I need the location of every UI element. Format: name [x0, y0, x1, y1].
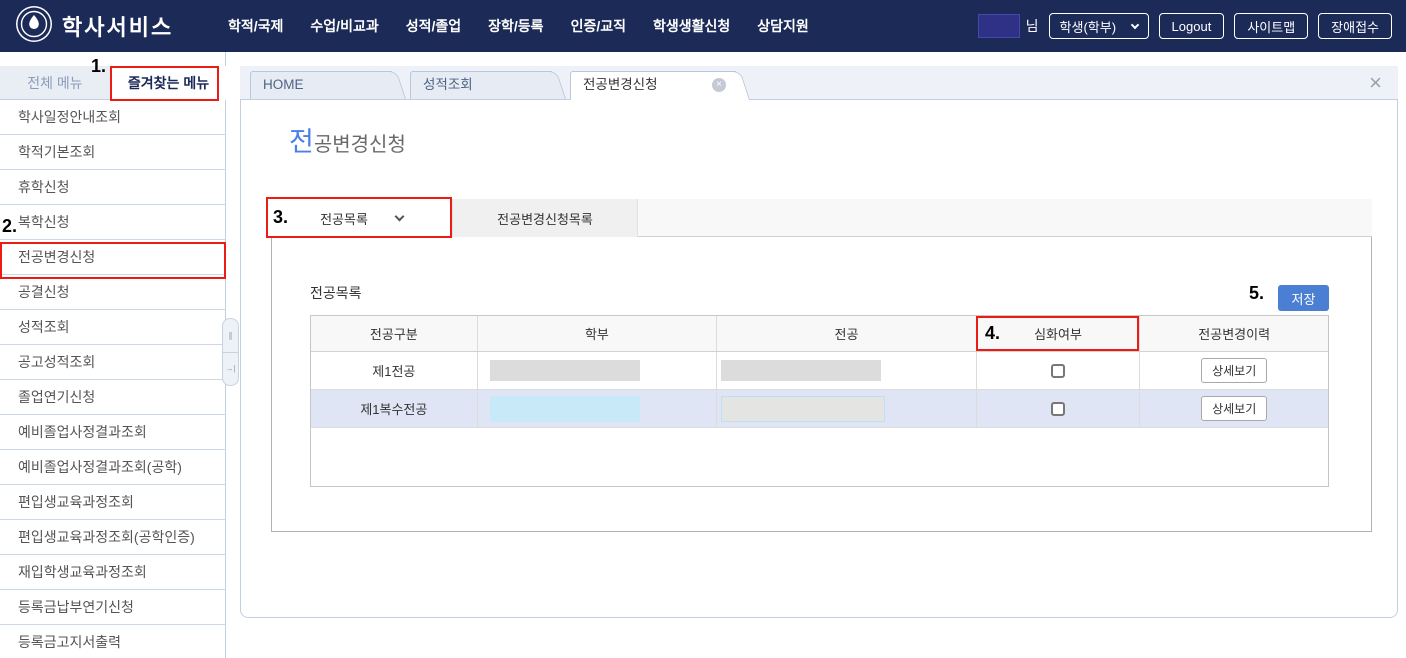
- redacted-user-name: [978, 14, 1020, 38]
- sidebar-menu-item[interactable]: 복학신청: [0, 205, 226, 240]
- topnav-item[interactable]: 상담지원: [757, 16, 809, 36]
- table-header-cell: 전공: [717, 316, 976, 351]
- subtab-change-request-list[interactable]: 전공변경신청목록: [453, 199, 638, 237]
- topnav-item[interactable]: 인증/교직: [571, 16, 626, 36]
- sidebar-menu-item[interactable]: 공결신청: [0, 275, 226, 310]
- page-title-accent: 전: [289, 120, 314, 159]
- topnav-item[interactable]: 장학/등록: [488, 16, 543, 36]
- workspace-tabstrip: HOME 성적조회 전공변경신청 × ×: [240, 66, 1398, 100]
- sidebar: 전체 메뉴 즐겨찾는 메뉴 학사일정안내조회학적기본조회휴학신청복학신청전공변경…: [0, 52, 226, 658]
- sidebar-menu-item[interactable]: 전공변경신청: [0, 240, 226, 275]
- workspace-tab-grades[interactable]: 성적조회: [410, 71, 566, 99]
- subtab-major-list[interactable]: 전공목록: [271, 199, 453, 237]
- table-header-cell: 심화여부: [977, 316, 1141, 351]
- redacted-major-value: [721, 396, 885, 422]
- intensive-checkbox[interactable]: [1051, 364, 1065, 378]
- workspace-tab-major-change-label: 전공변경신청: [583, 71, 658, 99]
- detail-view-button[interactable]: 상세보기: [1201, 396, 1267, 421]
- topnav-item[interactable]: 학생생활신청: [653, 16, 730, 36]
- sidebar-tabs: 전체 메뉴 즐겨찾는 메뉴: [0, 66, 226, 100]
- sidebar-menu-item[interactable]: 공고성적조회: [0, 345, 226, 380]
- content-card: 전 공변경신청 전공목록 전공변경신청목록 전공목록 저장 전공구분학부전공심화…: [240, 100, 1398, 618]
- sidebar-collapse-control: ∥ →|: [222, 318, 239, 386]
- major-cell: [717, 390, 976, 427]
- subtab-strip: 전공목록 전공변경신청목록: [271, 199, 1372, 237]
- sidebar-menu-item[interactable]: 졸업연기신청: [0, 380, 226, 415]
- user-area: 님 학생(학부) Logout 사이트맵 장애접수: [978, 0, 1392, 52]
- workspace-tab-home-label: HOME: [263, 71, 304, 99]
- workspace-tab-grades-label: 성적조회: [423, 71, 473, 99]
- chevron-down-icon: [1130, 20, 1138, 28]
- role-select[interactable]: 학생(학부): [1049, 13, 1149, 39]
- save-button[interactable]: 저장: [1278, 285, 1329, 311]
- workspace-tab-major-change[interactable]: 전공변경신청 ×: [570, 71, 750, 100]
- tab-close-icon[interactable]: ×: [712, 78, 726, 92]
- detail-view-button[interactable]: 상세보기: [1201, 358, 1267, 383]
- sidebar-menu-item[interactable]: 예비졸업사정결과조회: [0, 415, 226, 450]
- role-select-value: 학생(학부): [1060, 17, 1117, 36]
- redacted-faculty-value: [490, 396, 640, 422]
- sidebar-collapse-button[interactable]: ∥: [223, 319, 238, 352]
- report-issue-button[interactable]: 장애접수: [1318, 13, 1392, 39]
- sidebar-menu-item[interactable]: 등록금납부연기신청: [0, 590, 226, 625]
- sidebar-menu-item[interactable]: 학사일정안내조회: [0, 100, 226, 135]
- university-seal-icon: [15, 5, 53, 48]
- redacted-faculty-value: [490, 360, 640, 381]
- intensive-checkbox[interactable]: [1051, 402, 1065, 416]
- intensive-cell: [977, 352, 1141, 389]
- sitemap-button[interactable]: 사이트맵: [1234, 13, 1308, 39]
- brand[interactable]: 학사서비스: [0, 5, 214, 48]
- intensive-cell: [977, 390, 1141, 427]
- chevron-down-icon: [394, 211, 404, 221]
- user-name-suffix: 님: [1026, 16, 1039, 36]
- history-cell: 상세보기: [1140, 390, 1328, 427]
- sidebar-menu-item[interactable]: 예비졸업사정결과조회(공학): [0, 450, 226, 485]
- logout-button[interactable]: Logout: [1159, 13, 1225, 39]
- topnav-item[interactable]: 수업/비교과: [310, 16, 378, 36]
- section-title: 전공목록: [310, 283, 362, 303]
- top-navbar: 학사서비스 학적/국제 수업/비교과 성적/졸업 장학/등록 인증/교직 학생생활신청 상담…: [0, 0, 1406, 52]
- major-category-cell: 제1복수전공: [311, 390, 478, 427]
- sidebar-menu-list: 학사일정안내조회학적기본조회휴학신청복학신청전공변경신청공결신청성적조회공고성적…: [0, 100, 226, 658]
- table-row: 제1전공 상세보기: [311, 352, 1328, 390]
- table-header-cell: 전공변경이력: [1140, 316, 1328, 351]
- subtab-major-list-label: 전공목록: [320, 209, 368, 228]
- table-header-cell: 전공구분: [311, 316, 478, 351]
- sidebar-menu-item[interactable]: 재입학생교육과정조회: [0, 555, 226, 590]
- topnav-item[interactable]: 학적/국제: [228, 16, 283, 36]
- workspace-tab-home[interactable]: HOME: [250, 71, 406, 99]
- topnav-item[interactable]: 성적/졸업: [406, 16, 461, 36]
- table-header-row: 전공구분학부전공심화여부전공변경이력: [311, 316, 1328, 352]
- academic-service-app: 학사서비스 학적/국제 수업/비교과 성적/졸업 장학/등록 인증/교직 학생생활신청 상담…: [0, 0, 1406, 658]
- major-table: 전공구분학부전공심화여부전공변경이력 제1전공 상세보기 제1복수전공 상세보기: [310, 315, 1329, 487]
- major-list-panel: 전공목록 저장 전공구분학부전공심화여부전공변경이력 제1전공 상세보기 제1복…: [271, 237, 1372, 532]
- sidebar-menu-item[interactable]: 편입생교육과정조회(공학인증): [0, 520, 226, 555]
- faculty-cell: [478, 352, 718, 389]
- faculty-cell: [478, 390, 718, 427]
- close-icon[interactable]: ×: [1369, 70, 1382, 96]
- table-row-highlighted: 제1복수전공 상세보기: [311, 390, 1328, 428]
- sidebar-menu-item[interactable]: 학적기본조회: [0, 135, 226, 170]
- history-cell: 상세보기: [1140, 352, 1328, 389]
- sidebar-menu-item[interactable]: 휴학신청: [0, 170, 226, 205]
- major-category-cell: 제1전공: [311, 352, 478, 389]
- collapse-icon: ∥: [229, 331, 233, 340]
- top-menu: 학적/국제 수업/비교과 성적/졸업 장학/등록 인증/교직 학생생활신청 상담지원: [228, 16, 809, 36]
- table-header-cell: 학부: [478, 316, 718, 351]
- page-title: 전 공변경신청: [289, 120, 406, 159]
- sidebar-tab-all-menu[interactable]: 전체 메뉴: [0, 66, 111, 100]
- sidebar-menu-item[interactable]: 편입생교육과정조회: [0, 485, 226, 520]
- app-title: 학사서비스: [62, 10, 173, 42]
- sidebar-expand-button[interactable]: →|: [223, 352, 238, 386]
- expand-icon: →|: [225, 364, 235, 373]
- sidebar-menu-item[interactable]: 성적조회: [0, 310, 226, 345]
- sidebar-menu-item[interactable]: 등록금고지서출력: [0, 625, 226, 658]
- major-cell: [717, 352, 976, 389]
- redacted-major-value: [721, 360, 881, 381]
- sidebar-tab-favorites[interactable]: 즐겨찾는 메뉴: [111, 66, 226, 100]
- page-title-rest: 공변경신청: [314, 128, 406, 157]
